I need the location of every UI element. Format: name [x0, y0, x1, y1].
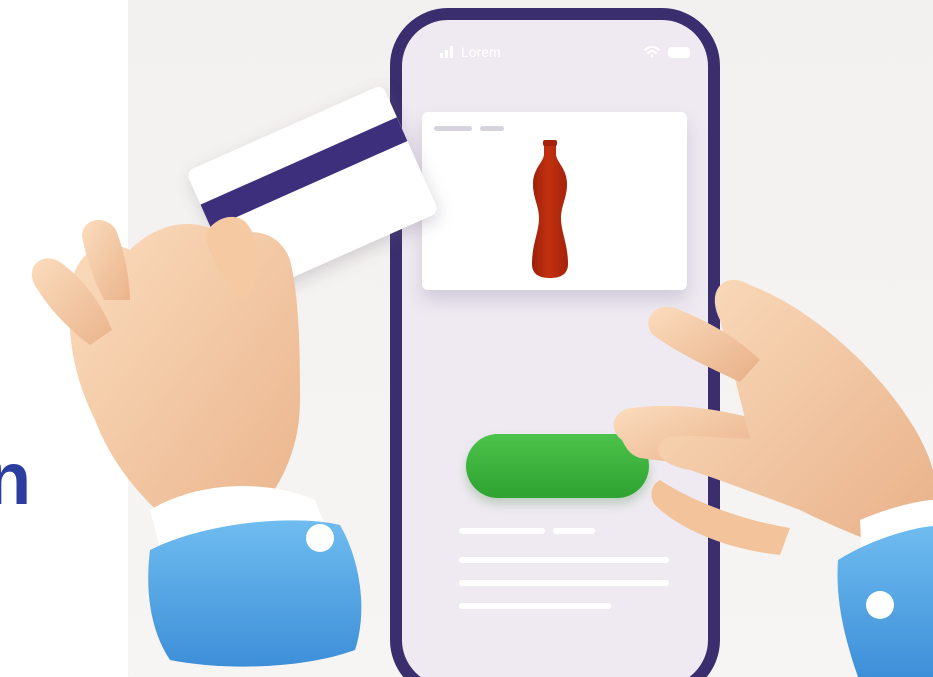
right-hand-illustration — [613, 279, 933, 677]
illustration-stage: n Lorem — [0, 0, 933, 677]
